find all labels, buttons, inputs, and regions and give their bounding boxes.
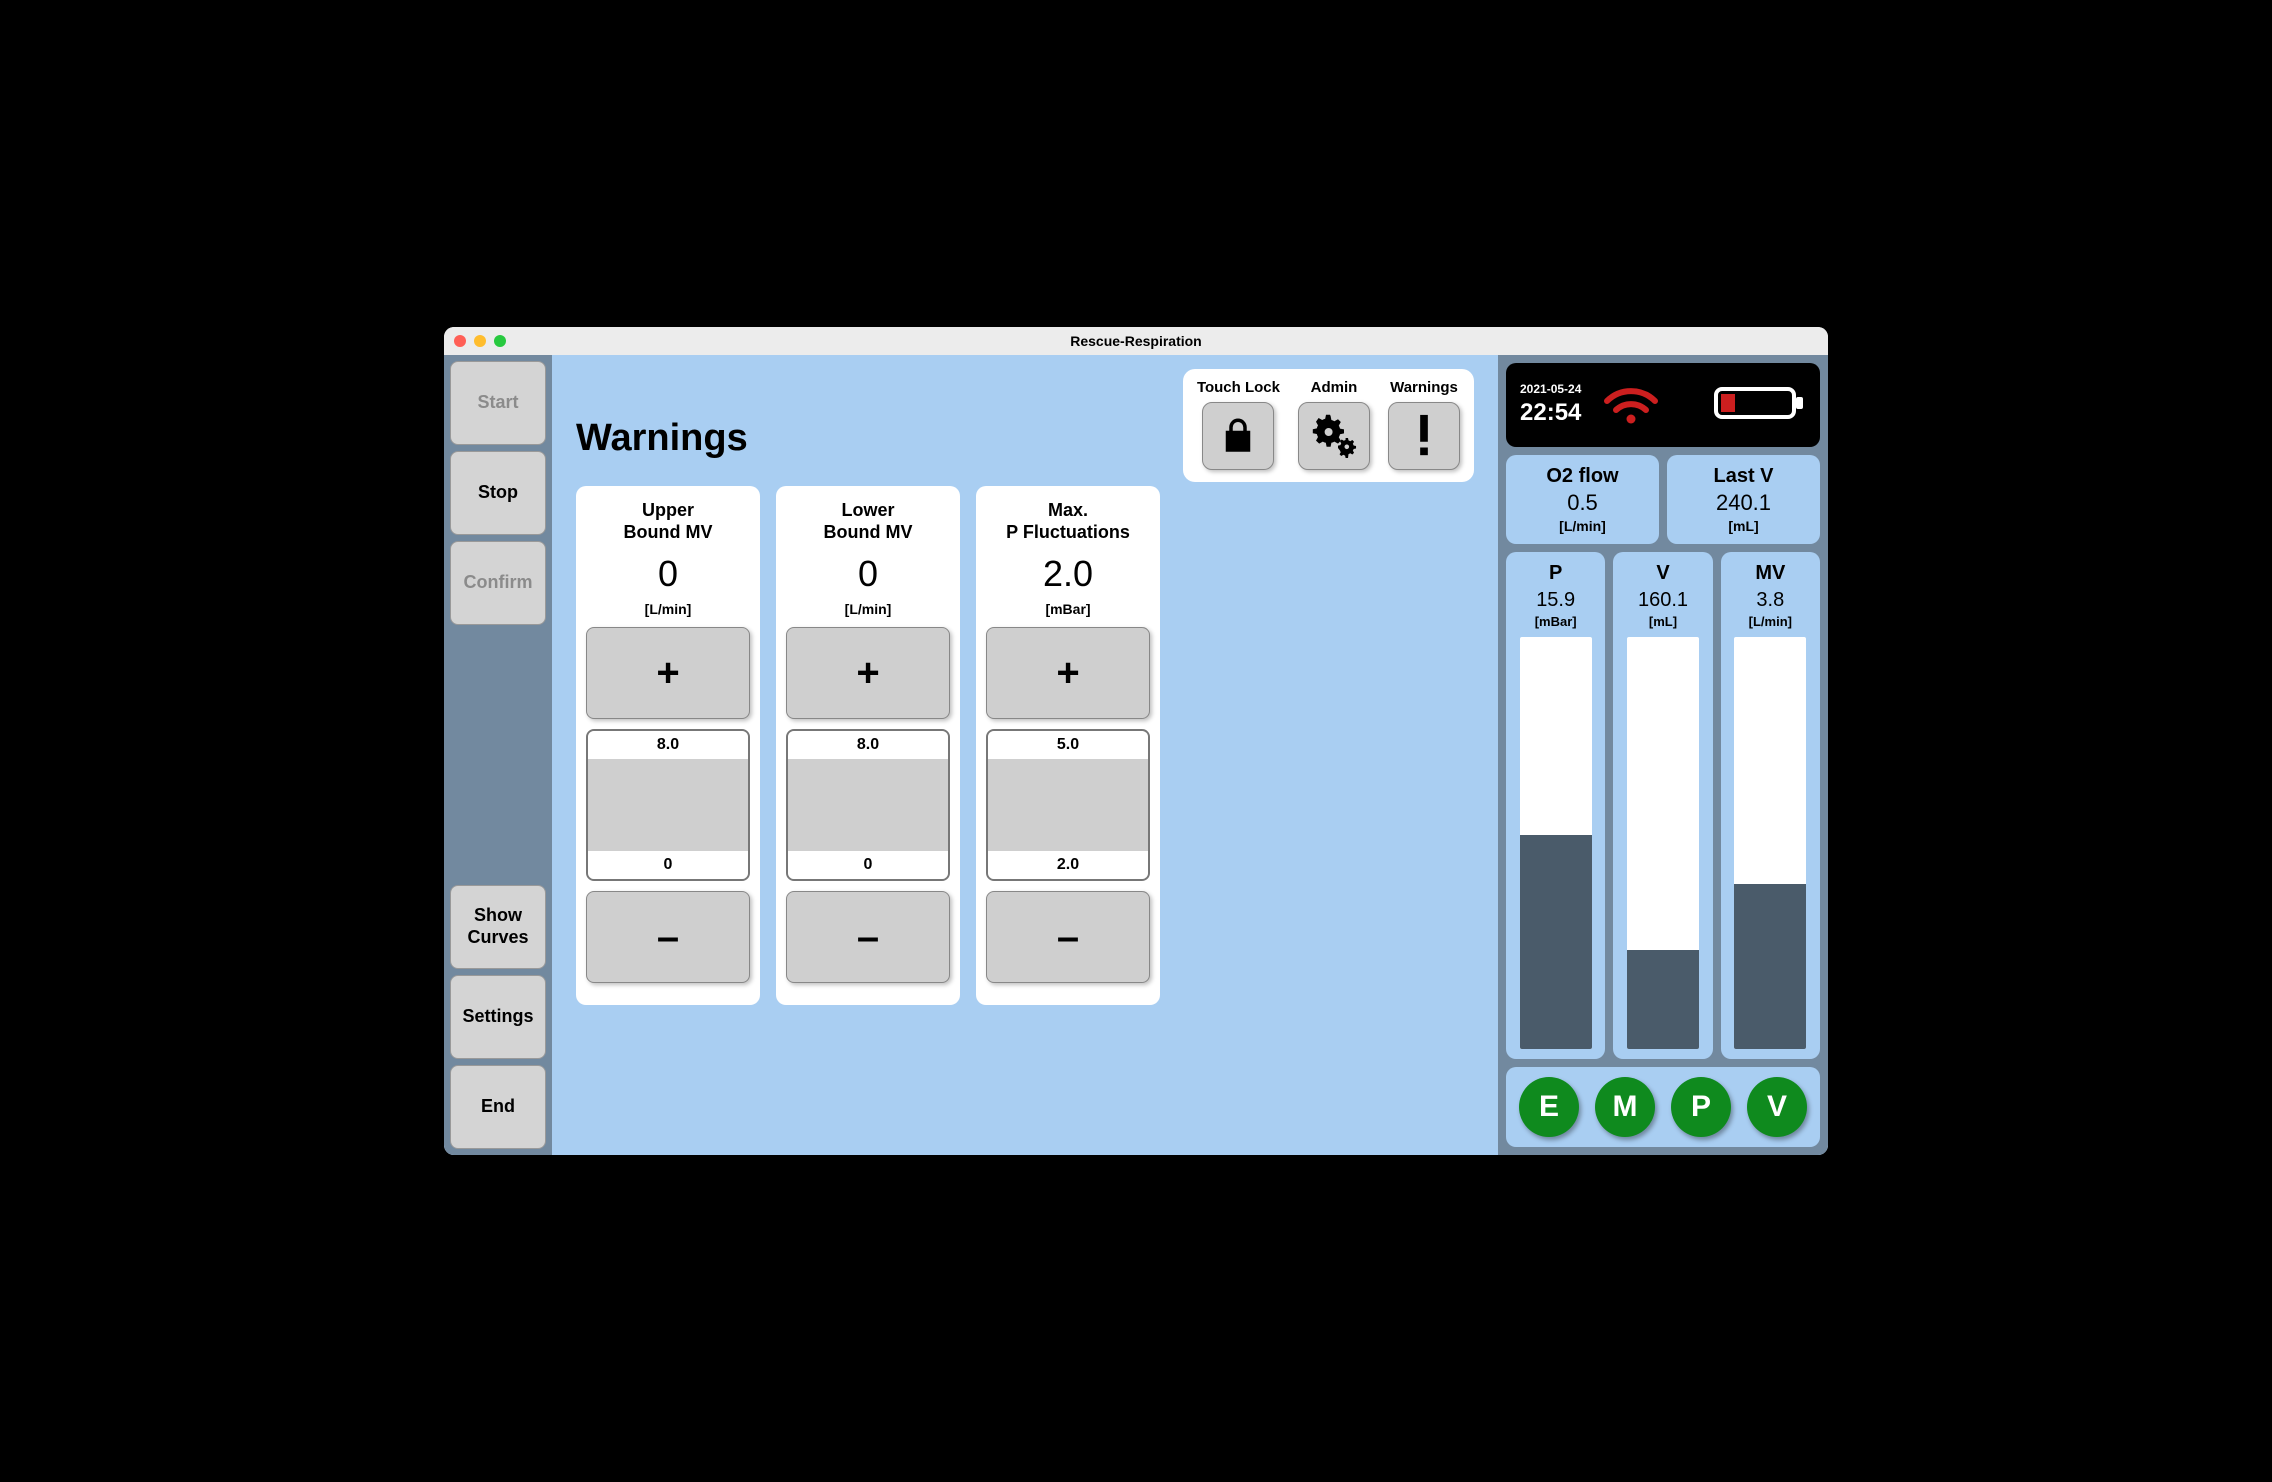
mode-button-v[interactable]: V [1747,1077,1807,1137]
warning-cards: UpperBound MV0[L/min]+8.00–LowerBound MV… [576,486,1474,1005]
gauge-value: 15.9 [1536,589,1575,612]
titlebar: Rescue-Respiration [444,327,1828,355]
mode-button-m[interactable]: M [1595,1077,1655,1137]
touch-lock-label: Touch Lock [1197,379,1280,396]
o2-flow-tile: O2 flow 0.5 [L/min] [1506,455,1659,544]
gauge-mv: MV 3.8 [L/min] [1721,552,1820,1059]
decrement-button[interactable]: – [986,891,1150,983]
admin-label: Admin [1311,379,1358,396]
slider-min: 0 [588,851,748,879]
mode-buttons: EMPV [1506,1067,1820,1147]
touch-lock-button[interactable] [1202,402,1274,470]
status-bar: 2021-05-24 22:54 [1506,363,1820,447]
main-panel: Warnings Touch Lock Admin Warnings [552,355,1498,1155]
value-slider[interactable]: 8.00 [786,729,950,881]
increment-button[interactable]: + [586,627,750,719]
o2-flow-label: O2 flow [1516,465,1649,488]
warning-card: Max.P Fluctuations 2.0 [mBar] +5.0 2.0 – [976,486,1160,1005]
last-v-unit: [mL] [1677,518,1810,534]
slider-max: 5.0 [988,731,1148,759]
warning-card: LowerBound MV0[L/min]+8.00– [776,486,960,1005]
card-title: UpperBound MV [586,500,750,543]
left-sidebar: Start Stop Confirm Show Curves Settings … [444,355,552,1155]
slider-min: 2.0 [988,851,1148,879]
gauge-bar [1627,637,1699,1049]
slider-min: 0 [788,851,948,879]
last-v-value: 240.1 [1677,490,1810,516]
warnings-label: Warnings [1390,379,1458,396]
battery-icon [1714,381,1806,430]
gauge-unit: [mL] [1649,614,1677,629]
gauge-p: P 15.9 [mBar] [1506,552,1605,1059]
increment-button[interactable]: + [786,627,950,719]
increment-button[interactable]: + [986,627,1150,719]
last-v-tile: Last V 240.1 [mL] [1667,455,1820,544]
gauge-v: V 160.1 [mL] [1613,552,1712,1059]
gauge-label: V [1656,562,1669,585]
gauge-bar [1734,637,1806,1049]
card-title: Max.P Fluctuations [986,500,1150,543]
gauges: P 15.9 [mBar] V 160.1 [mL] MV 3.8 [L/min] [1506,552,1820,1059]
card-value: 2.0 [986,553,1150,595]
card-value: 0 [586,553,750,595]
gauge-value: 3.8 [1756,589,1784,612]
right-panel: 2021-05-24 22:54 O2 flow 0.5 [L/min] Las… [1498,355,1828,1155]
app-window: Rescue-Respiration Start Stop Confirm Sh… [444,327,1828,1155]
start-button[interactable]: Start [450,361,546,445]
value-slider[interactable]: 8.00 [586,729,750,881]
top-actions: Touch Lock Admin Warnings [1183,369,1474,482]
show-curves-button[interactable]: Show Curves [450,885,546,969]
gauge-label: MV [1755,562,1785,585]
admin-button[interactable] [1298,402,1370,470]
status-time: 22:54 [1520,397,1581,428]
status-date: 2021-05-24 [1520,382,1581,398]
warning-card: UpperBound MV0[L/min]+8.00– [576,486,760,1005]
stop-button[interactable]: Stop [450,451,546,535]
gauge-unit: [L/min] [1749,614,1792,629]
gauge-label: P [1549,562,1562,585]
decrement-button[interactable]: – [786,891,950,983]
card-value: 0 [786,553,950,595]
slider-max: 8.0 [788,731,948,759]
wifi-icon [1601,381,1661,430]
mode-button-p[interactable]: P [1671,1077,1731,1137]
gauge-bar [1520,637,1592,1049]
card-unit: [mBar] [986,601,1150,617]
exclamation-icon [1409,413,1439,459]
last-v-label: Last V [1677,465,1810,488]
warnings-button[interactable] [1388,402,1460,470]
o2-flow-value: 0.5 [1516,490,1649,516]
slider-max: 8.0 [588,731,748,759]
o2-flow-unit: [L/min] [1516,518,1649,534]
mode-button-e[interactable]: E [1519,1077,1579,1137]
decrement-button[interactable]: – [586,891,750,983]
card-unit: [L/min] [586,601,750,617]
settings-button[interactable]: Settings [450,975,546,1059]
gears-icon [1310,412,1358,460]
gauge-unit: [mBar] [1535,614,1577,629]
lock-icon [1217,415,1259,457]
window-title: Rescue-Respiration [444,333,1828,349]
card-unit: [L/min] [786,601,950,617]
end-button[interactable]: End [450,1065,546,1149]
gauge-value: 160.1 [1638,589,1688,612]
value-slider[interactable]: 5.0 2.0 [986,729,1150,881]
card-title: LowerBound MV [786,500,950,543]
confirm-button[interactable]: Confirm [450,541,546,625]
